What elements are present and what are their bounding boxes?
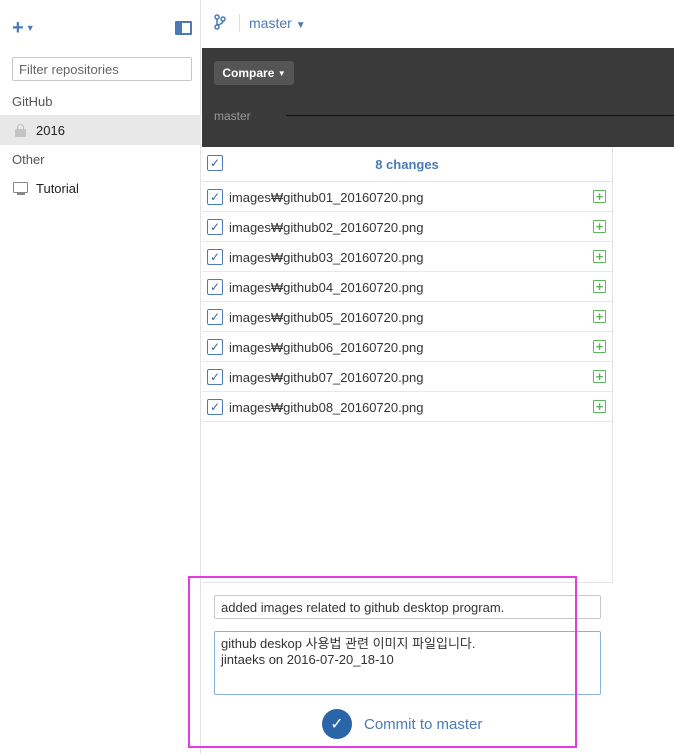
- repo-label: Tutorial: [36, 180, 79, 196]
- repo-item-2016[interactable]: 2016: [0, 115, 201, 145]
- divider: [239, 14, 240, 32]
- add-repository-button[interactable]: + ▼: [12, 18, 35, 41]
- file-name: images₩github05_20160720.png: [229, 310, 424, 325]
- commit-area: github deskop 사용법 관련 이미지 파일입니다. jintaeks…: [202, 582, 613, 754]
- sidebar-top: + ▼: [0, 0, 200, 48]
- file-row[interactable]: ✓ images₩github03_20160720.png +: [202, 242, 612, 272]
- caret-down-icon: ▼: [295, 20, 306, 31]
- file-checkbox[interactable]: ✓: [207, 399, 223, 415]
- file-checkbox[interactable]: ✓: [207, 309, 223, 325]
- file-checkbox[interactable]: ✓: [207, 249, 223, 265]
- commit-button[interactable]: ✓ Commit to master: [322, 709, 482, 739]
- branch-icon: [214, 14, 226, 33]
- added-icon: +: [593, 250, 606, 263]
- section-github: GitHub: [12, 94, 53, 109]
- changes-header: ✓ 8 changes: [202, 147, 612, 182]
- file-name: images₩github08_20160720.png: [229, 400, 424, 415]
- file-checkbox[interactable]: ✓: [207, 189, 223, 205]
- file-row[interactable]: ✓ images₩github01_20160720.png +: [202, 182, 612, 212]
- branch-bar: master ▼: [202, 0, 674, 48]
- file-checkbox[interactable]: ✓: [207, 339, 223, 355]
- file-row[interactable]: ✓ images₩github04_20160720.png +: [202, 272, 612, 302]
- caret-down-icon: ▼: [277, 68, 286, 78]
- added-icon: +: [593, 400, 606, 413]
- added-icon: +: [593, 370, 606, 383]
- file-row[interactable]: ✓ images₩github08_20160720.png +: [202, 392, 612, 422]
- branch-selector[interactable]: master ▼: [249, 15, 306, 31]
- lock-icon: [12, 123, 28, 137]
- file-name: images₩github06_20160720.png: [229, 340, 424, 355]
- file-checkbox[interactable]: ✓: [207, 219, 223, 235]
- compare-button[interactable]: Compare ▼: [214, 61, 294, 85]
- file-name: images₩github01_20160720.png: [229, 190, 424, 205]
- file-checkbox[interactable]: ✓: [207, 279, 223, 295]
- file-name: images₩github03_20160720.png: [229, 250, 424, 265]
- file-name: images₩github04_20160720.png: [229, 280, 424, 295]
- added-icon: +: [593, 280, 606, 293]
- sidebar: +▼ GitHub 2016 Other Tutorial: [0, 0, 201, 754]
- added-icon: +: [593, 310, 606, 323]
- toggle-sidebar-icon[interactable]: [175, 21, 192, 35]
- file-row[interactable]: ✓ images₩github07_20160720.png +: [202, 362, 612, 392]
- file-name: images₩github07_20160720.png: [229, 370, 424, 385]
- timeline-line: [286, 115, 674, 116]
- file-row[interactable]: ✓ images₩github06_20160720.png +: [202, 332, 612, 362]
- commit-description-input[interactable]: github deskop 사용법 관련 이미지 파일입니다. jintaeks…: [214, 631, 601, 695]
- added-icon: +: [593, 190, 606, 203]
- caret-down-icon: ▼: [25, 23, 35, 33]
- file-checkbox[interactable]: ✓: [207, 369, 223, 385]
- file-row[interactable]: ✓ images₩github02_20160720.png +: [202, 212, 612, 242]
- filter-repositories-input[interactable]: [12, 57, 192, 81]
- commit-button-label: Commit to master: [364, 715, 483, 733]
- repo-label: 2016: [36, 122, 65, 138]
- monitor-icon: [12, 182, 28, 195]
- file-row[interactable]: ✓ images₩github05_20160720.png +: [202, 302, 612, 332]
- commit-summary-input[interactable]: [214, 595, 601, 619]
- timeline-branch-label: master: [214, 109, 251, 123]
- changes-count: 8 changes: [375, 157, 439, 172]
- file-list: ✓ images₩github01_20160720.png + ✓ images₩gi…: [202, 182, 612, 422]
- file-name: images₩github02_20160720.png: [229, 220, 424, 235]
- added-icon: +: [593, 220, 606, 233]
- section-other: Other: [12, 152, 45, 167]
- checkmark-icon: ✓: [322, 709, 352, 739]
- history-bar: Compare ▼ master: [202, 48, 674, 147]
- added-icon: +: [593, 340, 606, 353]
- repo-item-tutorial[interactable]: Tutorial: [0, 173, 201, 203]
- changes-panel: ✓ 8 changes ✓ images₩github01_20160720.pn…: [202, 147, 613, 754]
